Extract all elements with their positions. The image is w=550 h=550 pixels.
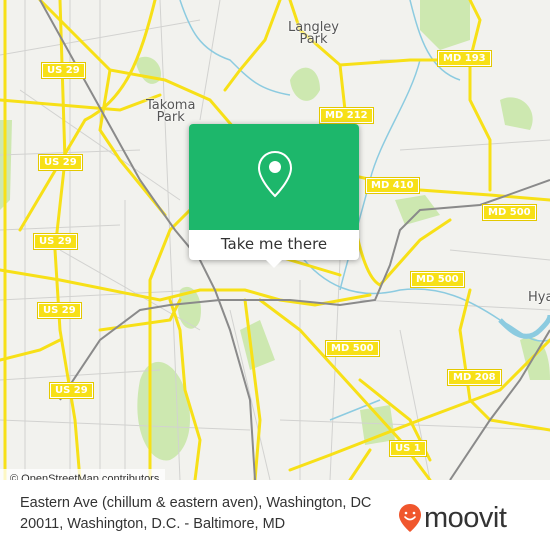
route-shield-us-29: US 29: [41, 62, 86, 79]
route-shield-md-193: MD 193: [437, 50, 492, 67]
map-attribution[interactable]: © OpenStreetMap contributors: [0, 469, 166, 480]
route-shield-md-212: MD 212: [319, 107, 374, 124]
footer: Eastern Ave (chillum & eastern aven), Wa…: [0, 490, 550, 550]
river: [498, 314, 550, 339]
route-shield-us-1: US 1: [389, 440, 427, 457]
place-label-hyattsville: Hya: [528, 290, 550, 305]
moovit-pin-icon: [399, 504, 421, 532]
route-shield-us-29: US 29: [38, 154, 83, 171]
map[interactable]: Langley Park Takoma Park Hya US 29 US 29…: [0, 0, 550, 480]
popup-header: [189, 124, 359, 230]
place-label-takoma-park: Takoma Park: [146, 99, 195, 125]
moovit-wordmark: moovit: [424, 502, 507, 534]
route-shield-md-208: MD 208: [447, 369, 502, 386]
route-shield-md-500: MD 500: [410, 271, 465, 288]
place-label-line: Park: [299, 32, 328, 47]
place-label-langley-park: Langley Park: [288, 21, 339, 47]
address-text: Eastern Ave (chillum & eastern aven), Wa…: [20, 495, 372, 532]
route-shield-us-29: US 29: [33, 233, 78, 250]
route-shield-us-29: US 29: [49, 382, 94, 399]
route-shield-md-500: MD 500: [482, 204, 537, 221]
popup-pointer: [266, 260, 282, 268]
moovit-logo: moovit: [398, 502, 507, 534]
route-shield-us-29: US 29: [37, 302, 82, 319]
route-shield-md-500: MD 500: [325, 340, 380, 357]
location-popup: Take me there: [189, 124, 359, 268]
take-me-there-button[interactable]: Take me there: [189, 230, 359, 260]
route-shield-md-410: MD 410: [365, 177, 420, 194]
map-pin-icon: [257, 150, 293, 198]
place-label-line: Hya: [528, 290, 550, 305]
place-label-line: Park: [156, 110, 185, 125]
